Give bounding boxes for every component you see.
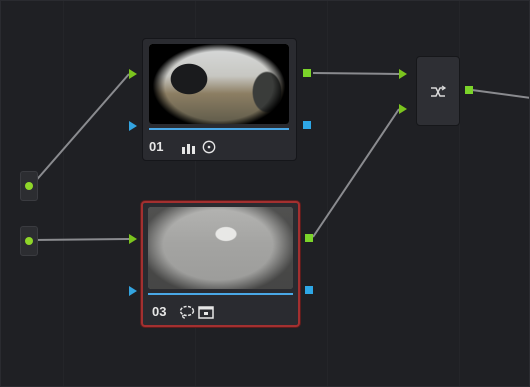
layer-mixer-node[interactable] xyxy=(416,56,460,126)
node-03-label: 03 xyxy=(152,304,167,319)
source-input-node-1[interactable] xyxy=(20,171,38,201)
link-input1-node01 xyxy=(32,73,130,185)
link-combine-output xyxy=(471,89,529,99)
node-01-label: 01 xyxy=(149,139,164,154)
grid-line xyxy=(327,1,328,386)
source-input-node-2[interactable] xyxy=(20,226,38,256)
grid-line xyxy=(63,1,64,386)
node-03-thumbnail xyxy=(148,207,293,289)
circle-dot-icon xyxy=(202,140,216,154)
combine-input-port-2[interactable] xyxy=(399,104,407,114)
link-input2-node03 xyxy=(32,238,130,241)
node-01[interactable]: 01 xyxy=(142,38,297,161)
node-graph-canvas[interactable]: 01 03 xyxy=(0,0,530,387)
node-01-rgb-output-port[interactable] xyxy=(303,69,311,77)
node-03-rgb-input-port[interactable] xyxy=(129,234,137,244)
lasso-icon xyxy=(179,305,195,319)
node-03-rgb-output-port[interactable] xyxy=(305,234,313,242)
link-node03-combine xyxy=(312,108,400,238)
rgb-output-port[interactable] xyxy=(25,237,33,245)
node-01-alpha-output-port[interactable] xyxy=(303,121,311,129)
combine-input-port-1[interactable] xyxy=(399,69,407,79)
node-03[interactable]: 03 xyxy=(141,201,300,327)
node-01-rgb-input-port[interactable] xyxy=(129,69,137,79)
node-01-thumbnail xyxy=(149,44,289,124)
node-01-alpha-bar xyxy=(149,128,289,130)
node-03-alpha-input-port[interactable] xyxy=(129,286,137,296)
layer-mixer-icon xyxy=(431,85,447,97)
link-node01-combine xyxy=(312,72,400,75)
node-03-alpha-bar xyxy=(148,293,293,295)
window-icon xyxy=(198,306,214,319)
rgb-output-port[interactable] xyxy=(25,182,33,190)
node-01-alpha-input-port[interactable] xyxy=(129,121,137,131)
node-03-alpha-output-port[interactable] xyxy=(305,286,313,294)
combine-output-port[interactable] xyxy=(465,86,473,94)
bars-icon xyxy=(182,144,195,154)
